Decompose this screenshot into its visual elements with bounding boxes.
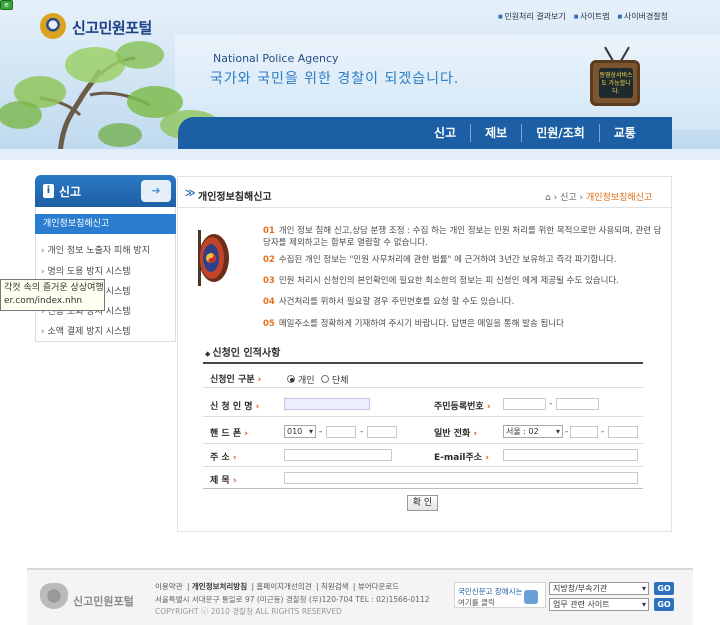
radio-group[interactable] bbox=[321, 375, 329, 383]
phone-mid-input[interactable] bbox=[570, 426, 598, 438]
header-bottom-strip bbox=[0, 149, 720, 160]
email-input[interactable] bbox=[503, 449, 638, 461]
site-logo[interactable]: 신고민원포털 bbox=[72, 17, 152, 38]
link-tooltip: 각컷 속의 즐거운 상상여행 er.com/index.nhn bbox=[0, 279, 105, 311]
mobile-last-input[interactable] bbox=[367, 426, 397, 438]
main-nav: 신고 제보 민원/조회 교통 bbox=[420, 124, 650, 142]
rrn-label: 주민등록번호 bbox=[434, 399, 491, 412]
phone-area-select[interactable]: 서울 : 02 bbox=[503, 425, 563, 438]
footer-emblem-icon bbox=[40, 583, 68, 609]
form-top-border bbox=[203, 362, 643, 364]
info-icon: i bbox=[43, 184, 54, 198]
arrow-deco-icon: ➜ bbox=[141, 180, 171, 202]
sinmungo-banner-line1: 국민신문고 장애시는 bbox=[458, 587, 523, 596]
mobile-dash-1: - bbox=[319, 427, 323, 437]
agency-english-name: National Police Agency bbox=[213, 52, 339, 65]
applicant-type-label: 신청인 구분 bbox=[210, 372, 261, 385]
sidebar-item-exposure[interactable]: 개인 정보 노출자 피해 방지 bbox=[41, 243, 150, 256]
footer-link-feedback[interactable]: 홈페이지개선의견 bbox=[256, 582, 311, 591]
phone-dash-1: - bbox=[565, 427, 569, 437]
banner-icon bbox=[524, 590, 538, 604]
go-button-2[interactable]: GO bbox=[654, 598, 674, 611]
row-divider bbox=[203, 416, 643, 417]
rrn-dash: - bbox=[549, 399, 553, 409]
footer-logo: 신고민원포털 bbox=[73, 595, 134, 608]
mobile-dash-2: - bbox=[360, 427, 364, 437]
address-label: 주 소 bbox=[210, 450, 237, 463]
drum-illustration bbox=[198, 230, 229, 286]
radio-individual[interactable] bbox=[287, 375, 295, 383]
sidebar-title: 신고 bbox=[59, 185, 82, 199]
address-input[interactable] bbox=[284, 449, 392, 461]
page: 신고민원포털 민원처리 결과보기 사이트맵 사이버경찰청 National Po… bbox=[0, 0, 720, 625]
main-nav-traffic[interactable]: 교통 bbox=[598, 124, 650, 142]
row-divider bbox=[203, 466, 643, 467]
main-nav-civil[interactable]: 민원/조회 bbox=[521, 124, 599, 142]
title-marker-icon: ≫ bbox=[185, 188, 196, 199]
notice-item-05: 05 메일주소를 정확하게 기재하여 주시기 바랍니다. 답변은 메일을 통해 발… bbox=[263, 319, 564, 329]
mobile-label: 핸 드 폰 bbox=[210, 426, 248, 439]
go-button-1[interactable]: GO bbox=[654, 582, 674, 595]
slogan: 국가와 국민을 위한 경찰이 되겠습니다. bbox=[210, 71, 460, 87]
radio-group-label[interactable]: 단체 bbox=[332, 373, 349, 386]
mobile-prefix-select[interactable]: 010 bbox=[284, 425, 316, 438]
breadcrumb-sep: › bbox=[579, 193, 584, 203]
rrn-back-input[interactable] bbox=[556, 398, 599, 410]
footer-link-privacy[interactable]: 개인정보처리방침 bbox=[192, 582, 247, 591]
breadcrumb-sep: › bbox=[553, 193, 558, 203]
related-site-select[interactable]: 업무 관련 사이트 bbox=[549, 598, 649, 611]
notice-item-01: 01 개인 정보 침해 신고,상담 분쟁 조정 : 수집 하는 개인 정보는 민원… bbox=[263, 226, 662, 248]
row-divider bbox=[203, 443, 643, 444]
home-icon[interactable]: ⌂ bbox=[545, 193, 551, 203]
main-nav-report[interactable]: 신고 bbox=[420, 124, 470, 142]
footer-link-staff-search[interactable]: 직원검색 bbox=[321, 582, 349, 591]
footer-link-viewer[interactable]: 뷰어다운로드 bbox=[358, 582, 399, 591]
email-label: E-mail주소 bbox=[434, 450, 489, 463]
sidebar-item-identity-theft[interactable]: 명의 도용 방지 시스템 bbox=[41, 264, 130, 277]
top-link-cyber-police[interactable]: 사이버경찰청 bbox=[618, 11, 668, 22]
regional-office-select[interactable]: 지방청/부속기관 bbox=[549, 582, 649, 595]
breadcrumb-parent[interactable]: 신고 bbox=[560, 193, 577, 203]
form-bottom-border bbox=[203, 488, 643, 489]
form-title: 신청인 인적사항 bbox=[205, 344, 280, 359]
phone-dash-2: - bbox=[601, 427, 605, 437]
sinmungo-banner-line2: 여기를 클릭 bbox=[458, 598, 495, 607]
footer-copyright: COPYRIGHT ⓒ 2010 경찰청 ALL RIGHTS RESERVED bbox=[155, 607, 342, 616]
notice-item-03: 03 민원 처리시 신청인의 본인확인에 필요한 최소한의 정보는 피 신청인 에… bbox=[263, 276, 619, 286]
main-nav-tip[interactable]: 제보 bbox=[470, 124, 521, 142]
radio-individual-label[interactable]: 개인 bbox=[298, 373, 315, 386]
browser-tab-icon[interactable]: e bbox=[0, 0, 13, 10]
mobile-mid-input[interactable] bbox=[326, 426, 356, 438]
tv-screen-text: 동영상서비스도 가능합니다. bbox=[599, 68, 633, 98]
phone-last-input[interactable] bbox=[608, 426, 638, 438]
sidebar-header: i 신고 ➜ bbox=[35, 175, 176, 207]
name-label: 신 청 인 명 bbox=[210, 399, 259, 412]
tooltip-line-2: er.com/index.nhn bbox=[4, 296, 83, 306]
breadcrumb-current: 개인정보침해신고 bbox=[586, 193, 653, 203]
tooltip-line-1: 각컷 속의 즐거운 상상여행 bbox=[4, 283, 104, 293]
top-utility-nav: 민원처리 결과보기 사이트맵 사이버경찰청 bbox=[498, 11, 668, 22]
notice-item-02: 02 수집된 개인 정보는 "민원 사무처리에 관한 법률" 에 근거하여 3년간… bbox=[263, 255, 617, 265]
tv-video-banner[interactable]: 동영상서비스도 가능합니다. bbox=[590, 60, 640, 106]
footer-links: 이용약관 | 개인정보처리방침 | 홈페이지개선의견 | 직원검색 | 뷰어다운… bbox=[155, 582, 400, 591]
breadcrumb: ⌂ › 신고 › 개인정보침해신고 bbox=[545, 190, 652, 203]
page-title: 개인정보침해신고 bbox=[198, 192, 272, 203]
row-divider bbox=[203, 387, 643, 388]
footer-link-terms[interactable]: 이용약관 bbox=[155, 582, 183, 591]
subject-input[interactable] bbox=[284, 472, 638, 484]
phone-label: 일반 전화 bbox=[434, 426, 477, 439]
sidebar-item-privacy-report[interactable]: 개인정보침해신고 bbox=[35, 214, 176, 234]
rrn-front-input[interactable] bbox=[503, 398, 546, 410]
sidebar-item-micro-payment[interactable]: 소액 결제 방지 시스템 bbox=[41, 324, 130, 337]
confirm-button[interactable]: 확 인 bbox=[407, 495, 438, 511]
police-emblem-icon[interactable] bbox=[40, 13, 66, 39]
top-link-result[interactable]: 민원처리 결과보기 bbox=[498, 11, 565, 22]
subject-label: 제 목 bbox=[210, 473, 237, 486]
top-link-sitemap[interactable]: 사이트맵 bbox=[574, 11, 609, 22]
footer-address: 서울특별시 서대문구 통일로 97 (미근동) 경찰청 (우)120-704 T… bbox=[155, 595, 430, 604]
name-input[interactable] bbox=[284, 398, 370, 410]
header: 신고민원포털 민원처리 결과보기 사이트맵 사이버경찰청 National Po… bbox=[0, 0, 720, 160]
notice-item-04: 04 사건처리를 위하서 필요할 경우 주민번호를 요청 할 수도 있습니다. bbox=[263, 297, 515, 307]
